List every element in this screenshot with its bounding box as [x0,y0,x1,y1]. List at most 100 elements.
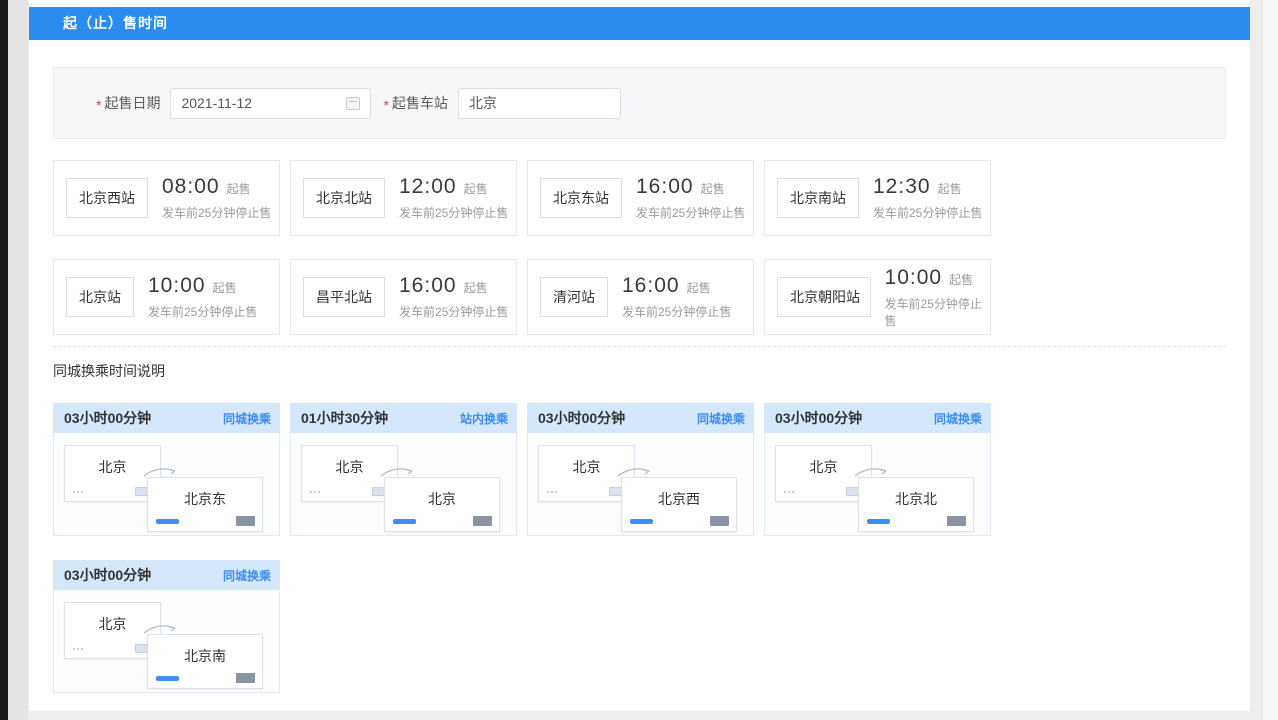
calendar-icon[interactable] [346,97,360,110]
to-station-name: 北京南 [148,646,262,666]
mini-dots-icon [73,648,83,650]
sale-info: 12:00 起售 发车前25分钟停止售 [399,175,508,221]
sale-suffix-label: 起售 [464,180,488,197]
station-sale-card: 北京西站 08:00 起售 发车前25分钟停止售 [53,160,280,236]
mini-blue-pill-icon [156,676,179,681]
sale-stop-note: 发车前25分钟停止售 [148,303,257,320]
sale-date-label: 起售日期 [104,93,160,113]
transfer-type-tag: 同城换乘 [697,410,745,427]
mini-station-to: 北京东 [147,477,263,532]
station-name-box: 北京南站 [777,178,859,218]
transfer-card: 03小时00分钟 同城换乘 北京 北京北 [764,403,991,536]
to-station-name: 北京东 [148,489,262,509]
mini-dark-badge-icon [236,673,255,683]
sale-info: 08:00 起售 发车前25分钟停止售 [162,175,271,221]
station-name: 北京朝阳站 [790,289,860,305]
transfer-card: 01小时30分钟 站内换乘 北京 北京 [290,403,517,536]
transfer-section-title: 同城换乘时间说明 [53,361,1250,381]
sale-stop-note: 发车前25分钟停止售 [399,303,508,320]
to-station-name: 北京西 [622,489,736,509]
mini-blue-pill-icon [393,519,416,524]
station-sale-card: 昌平北站 16:00 起售 发车前25分钟停止售 [290,259,517,335]
sale-suffix-label: 起售 [687,279,711,296]
station-sale-card: 北京北站 12:00 起售 发车前25分钟停止售 [290,160,517,236]
station-name: 北京南站 [790,190,846,206]
stations-grid: 北京西站 08:00 起售 发车前25分钟停止售 北京北站 12:00 起售 发… [53,160,1226,335]
mini-dots-icon [547,491,557,493]
transfer-type-tag: 同城换乘 [934,410,982,427]
transfer-type-tag: 同城换乘 [223,567,271,584]
query-form-panel: * 起售日期 2021-11-12 * 起售车站 北京 [53,67,1226,139]
station-name-box: 昌平北站 [303,277,385,317]
transfer-card-body: 北京 北京西 [527,433,754,536]
station-name: 清河站 [553,289,595,305]
sale-station-label: 起售车站 [392,93,448,113]
sale-start-time: 08:00 [162,175,220,199]
station-name: 北京西站 [79,190,135,206]
station-name: 北京北站 [316,190,372,206]
mini-dark-badge-icon [236,516,255,526]
sale-stop-note: 发车前25分钟停止售 [885,295,990,329]
sale-station-field: * 起售车站 北京 [383,88,620,119]
mini-dark-badge-icon [710,516,729,526]
sale-info: 12:30 起售 发车前25分钟停止售 [873,175,982,221]
transfer-duration: 03小时00分钟 [538,408,625,428]
transfer-card-header: 01小时30分钟 站内换乘 [290,403,517,433]
sale-start-time: 12:00 [399,175,457,199]
sale-stop-note: 发车前25分钟停止售 [162,204,271,221]
sale-info: 16:00 起售 发车前25分钟停止售 [636,175,745,221]
sale-station-value: 北京 [469,93,497,113]
transfer-type-tag: 站内换乘 [460,410,508,427]
station-name-box: 北京西站 [66,178,148,218]
mini-station-to: 北京 [384,477,500,532]
page-left-margin [8,0,28,720]
mini-blue-pill-icon [867,519,890,524]
sale-start-time: 10:00 [885,266,943,290]
station-name-box: 北京东站 [540,178,622,218]
section-header-bar: 起（止）售时间 [29,7,1250,40]
transfer-card-header: 03小时00分钟 同城换乘 [53,560,280,590]
sale-info: 16:00 起售 发车前25分钟停止售 [399,274,508,320]
transfer-grid: 03小时00分钟 同城换乘 北京 北京东 [53,403,1226,693]
content-page: 起（止）售时间 * 起售日期 2021-11-12 * 起售车站 北京 北京西站… [28,0,1251,712]
scrollbar-track[interactable] [1262,0,1278,720]
sale-start-time: 10:00 [148,274,206,298]
transfer-card: 03小时00分钟 同城换乘 北京 北京东 [53,403,280,536]
mini-blue-pill-icon [630,519,653,524]
sale-suffix-label: 起售 [227,180,251,197]
sale-info: 10:00 起售 发车前25分钟停止售 [148,274,257,320]
dashed-divider [53,346,1226,347]
sale-suffix-label: 起售 [938,180,962,197]
mini-dots-icon [784,491,794,493]
station-name-box: 北京朝阳站 [777,277,871,317]
sale-start-time: 12:30 [873,175,931,199]
station-name: 北京站 [79,289,121,305]
transfer-card-header: 03小时00分钟 同城换乘 [527,403,754,433]
sale-stop-note: 发车前25分钟停止售 [622,303,731,320]
station-name: 昌平北站 [316,289,372,305]
station-sale-card: 北京站 10:00 起售 发车前25分钟停止售 [53,259,280,335]
sale-suffix-label: 起售 [464,279,488,296]
transfer-duration: 01小时30分钟 [301,408,388,428]
mini-station-to: 北京北 [858,477,974,532]
transfer-duration: 03小时00分钟 [64,408,151,428]
sale-stop-note: 发车前25分钟停止售 [873,204,982,221]
sale-info: 10:00 起售 发车前25分钟停止售 [885,266,990,329]
sale-start-time: 16:00 [636,175,694,199]
transfer-card-body: 北京 北京北 [764,433,991,536]
sale-suffix-label: 起售 [949,271,973,288]
mini-dark-badge-icon [947,516,966,526]
mini-blue-pill-icon [156,519,179,524]
sale-date-field: * 起售日期 2021-11-12 [96,88,371,119]
sale-date-input[interactable]: 2021-11-12 [170,88,371,119]
station-name-box: 清河站 [540,277,608,317]
mini-dots-icon [310,491,320,493]
sale-station-input[interactable]: 北京 [458,88,621,119]
page-title: 起（止）售时间 [63,15,168,31]
sale-info: 16:00 起售 发车前25分钟停止售 [622,274,731,320]
window-left-edge [0,0,8,720]
station-sale-card: 北京朝阳站 10:00 起售 发车前25分钟停止售 [764,259,991,335]
sale-stop-note: 发车前25分钟停止售 [399,204,508,221]
mini-station-to: 北京南 [147,634,263,689]
transfer-card: 03小时00分钟 同城换乘 北京 北京南 [53,560,280,693]
